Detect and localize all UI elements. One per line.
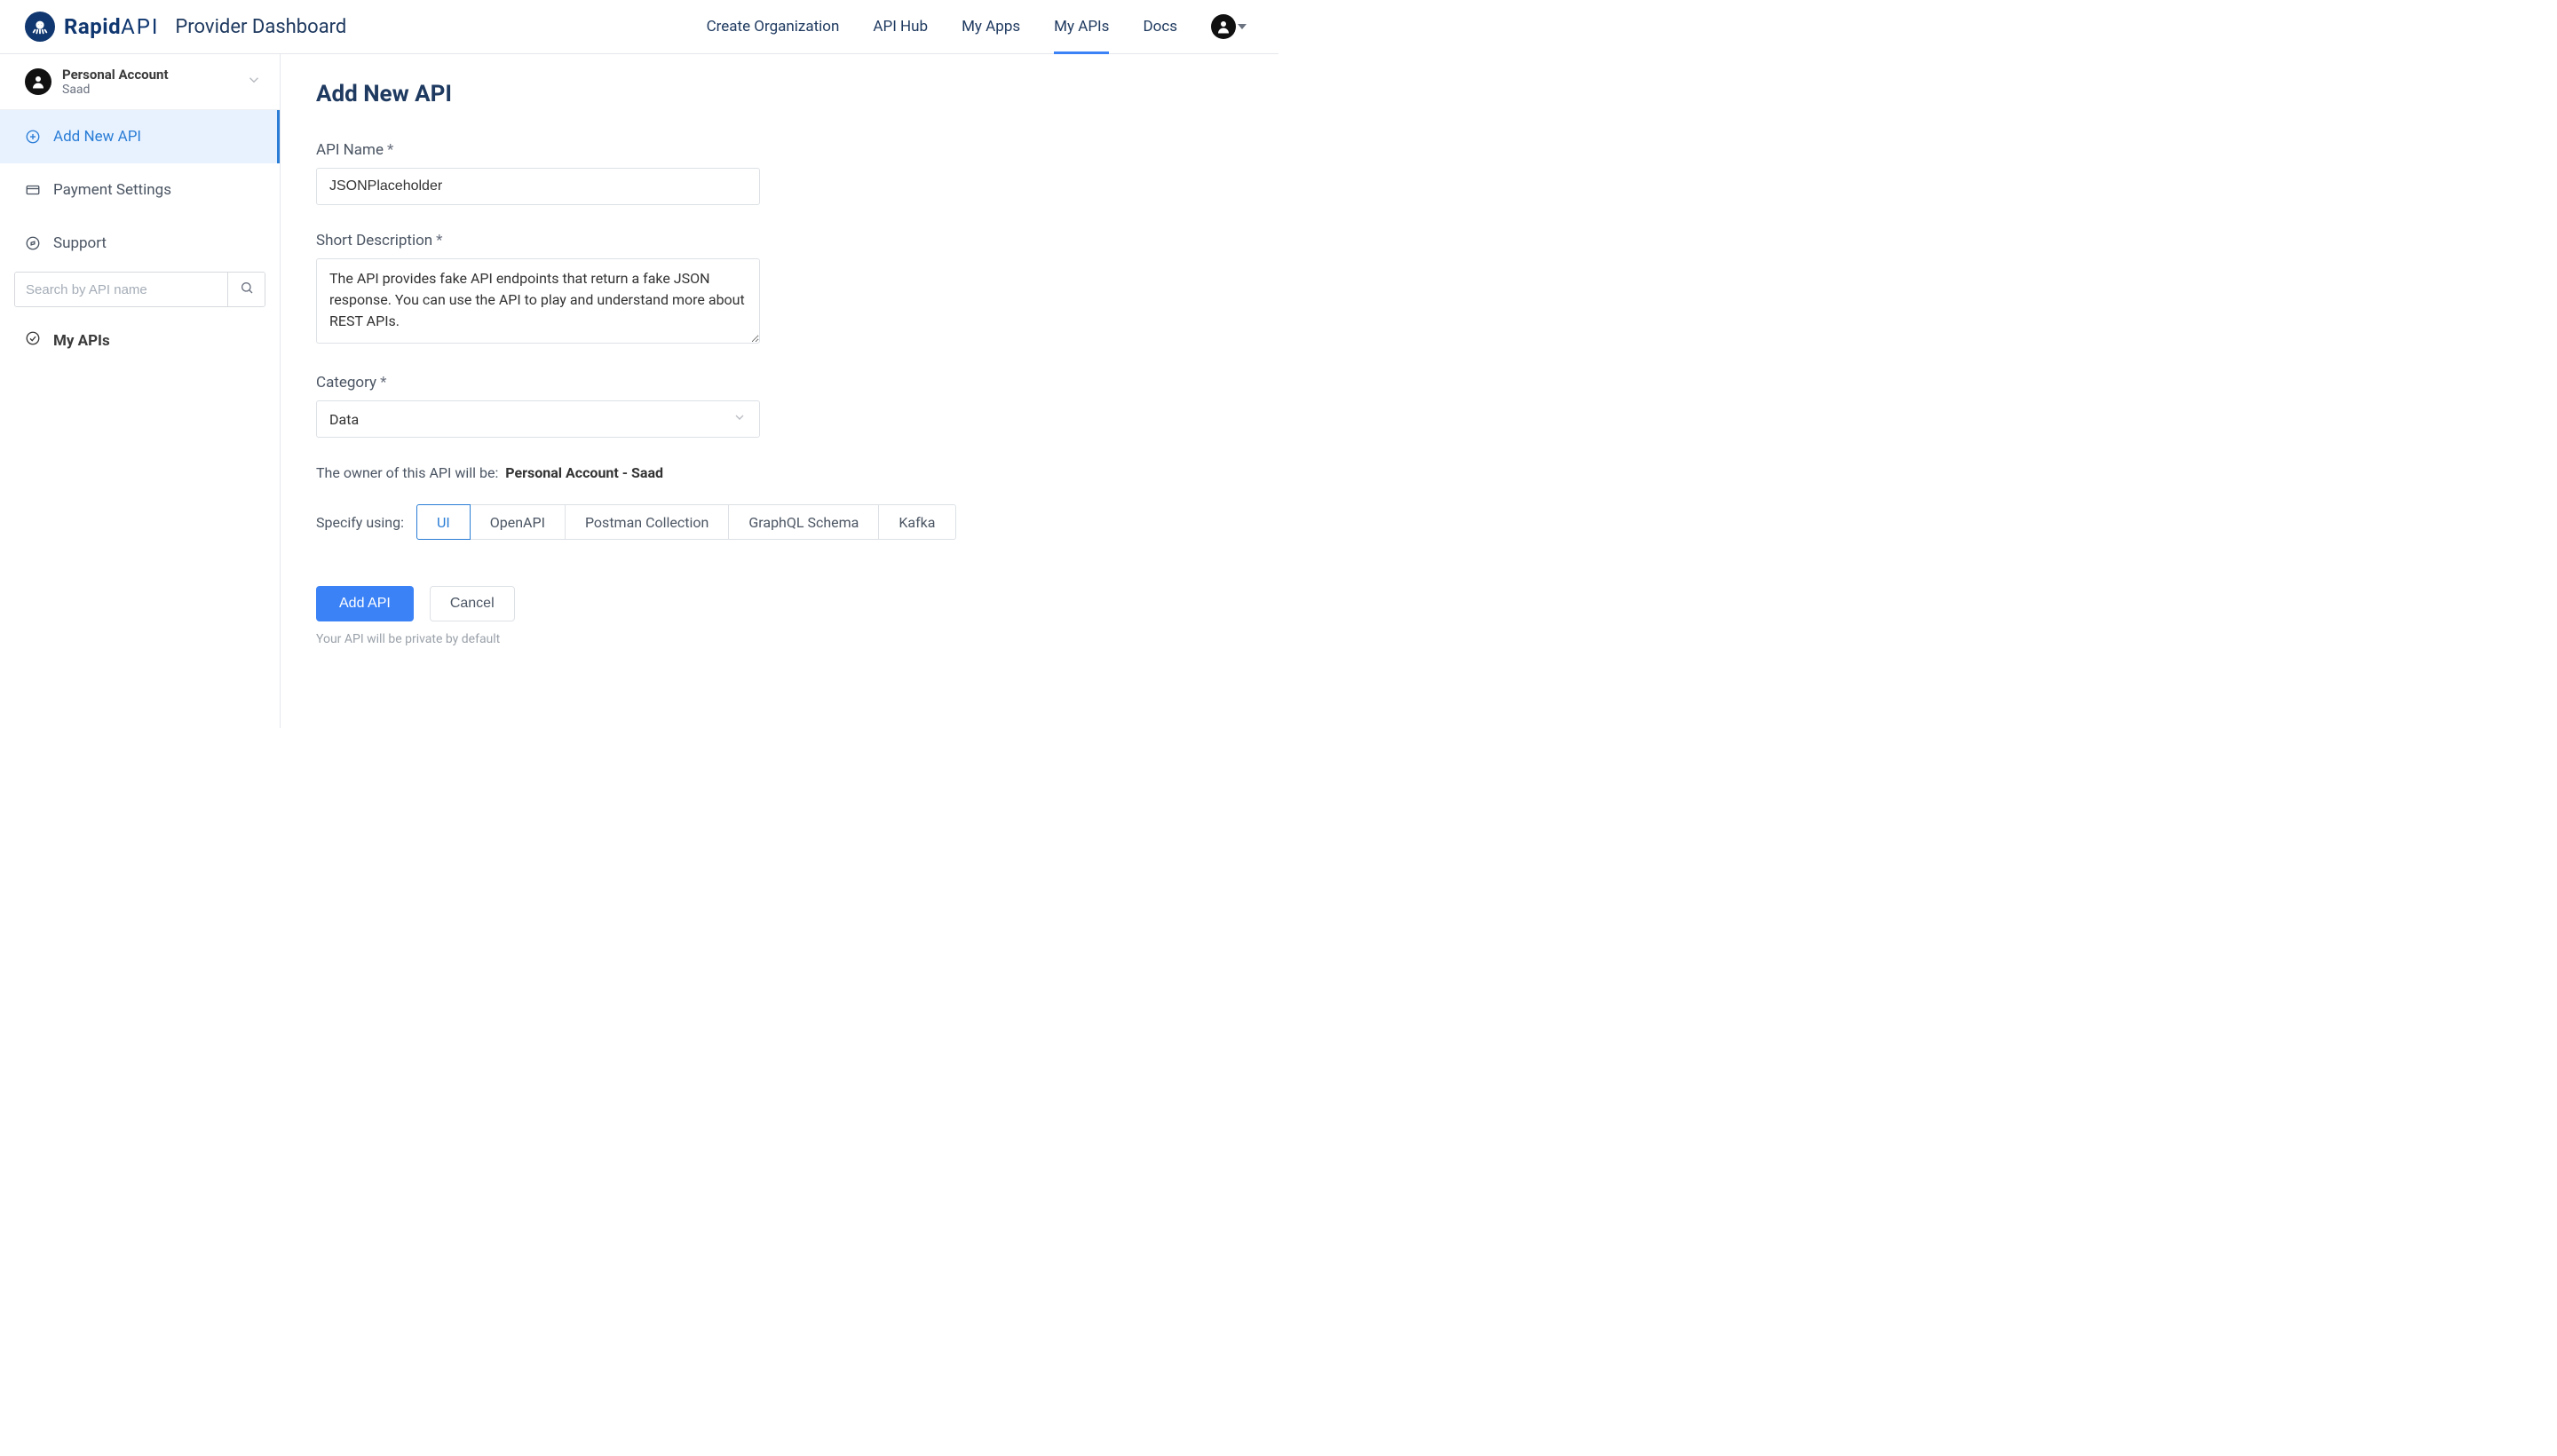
- chevron-down-icon: [732, 410, 747, 428]
- specify-label: Specify using:: [316, 514, 404, 531]
- add-api-button[interactable]: Add API: [316, 586, 414, 621]
- nav-docs[interactable]: Docs: [1143, 0, 1177, 54]
- api-name-label: API Name*: [316, 141, 973, 159]
- search-icon: [240, 281, 254, 298]
- search-box: [14, 272, 265, 307]
- nav-api-hub[interactable]: API Hub: [873, 0, 928, 54]
- account-subtitle: Saad: [62, 83, 235, 97]
- nav-create-organization[interactable]: Create Organization: [707, 0, 840, 54]
- owner-line: The owner of this API will be: Personal …: [316, 464, 973, 481]
- account-title: Personal Account: [62, 67, 235, 83]
- sidebar-item-label: Payment Settings: [53, 181, 171, 199]
- logo-icon: [25, 12, 55, 42]
- sidebar-item-label: Add New API: [53, 128, 141, 146]
- dashboard-title: Provider Dashboard: [175, 16, 346, 38]
- avatar-icon: [25, 68, 51, 95]
- credit-card-icon: [25, 182, 41, 198]
- header: RapidAPI Provider Dashboard Create Organ…: [0, 0, 1278, 54]
- short-description-input[interactable]: [316, 258, 760, 344]
- logo-text: RapidAPI: [64, 14, 159, 39]
- specify-option-ui[interactable]: UI: [416, 504, 471, 540]
- api-name-input[interactable]: [316, 168, 760, 205]
- cancel-button[interactable]: Cancel: [430, 586, 515, 621]
- specify-segmented: UI OpenAPI Postman Collection GraphQL Sc…: [416, 504, 956, 540]
- sidebar: Personal Account Saad Add New API Paymen…: [0, 54, 281, 728]
- user-menu[interactable]: [1211, 14, 1247, 39]
- compass-icon: [25, 235, 41, 251]
- logo[interactable]: RapidAPI: [25, 12, 159, 42]
- privacy-hint: Your API will be private by default: [316, 632, 973, 646]
- category-select[interactable]: Data: [316, 400, 760, 438]
- header-nav: Create Organization API Hub My Apps My A…: [707, 0, 1247, 54]
- sidebar-heading-label: My APIs: [53, 332, 110, 350]
- sidebar-item-payment-settings[interactable]: Payment Settings: [0, 163, 280, 217]
- chevron-down-icon: [246, 72, 262, 91]
- nav-my-apis[interactable]: My APIs: [1054, 0, 1109, 54]
- specify-option-openapi[interactable]: OpenAPI: [471, 504, 566, 540]
- sidebar-item-add-new-api[interactable]: Add New API: [0, 110, 280, 163]
- caret-down-icon: [1238, 24, 1247, 29]
- short-description-label: Short Description*: [316, 232, 973, 249]
- search-button[interactable]: [227, 273, 265, 306]
- avatar-icon: [1211, 14, 1236, 39]
- nav-my-apps[interactable]: My Apps: [962, 0, 1020, 54]
- category-label: Category*: [316, 374, 973, 392]
- check-circle-icon: [25, 330, 41, 351]
- specify-option-kafka[interactable]: Kafka: [879, 504, 955, 540]
- sidebar-item-label: Support: [53, 234, 107, 252]
- plus-circle-icon: [25, 129, 41, 145]
- sidebar-item-support[interactable]: Support: [0, 217, 280, 270]
- owner-value: Personal Account - Saad: [505, 464, 663, 481]
- sidebar-heading-my-apis: My APIs: [0, 314, 280, 367]
- main-content: Add New API API Name* Short Description*…: [281, 54, 1278, 728]
- page-title: Add New API: [316, 81, 1243, 107]
- account-switcher[interactable]: Personal Account Saad: [0, 54, 280, 110]
- specify-option-graphql[interactable]: GraphQL Schema: [729, 504, 879, 540]
- search-input[interactable]: [15, 273, 227, 306]
- specify-option-postman[interactable]: Postman Collection: [566, 504, 729, 540]
- category-value: Data: [329, 411, 359, 428]
